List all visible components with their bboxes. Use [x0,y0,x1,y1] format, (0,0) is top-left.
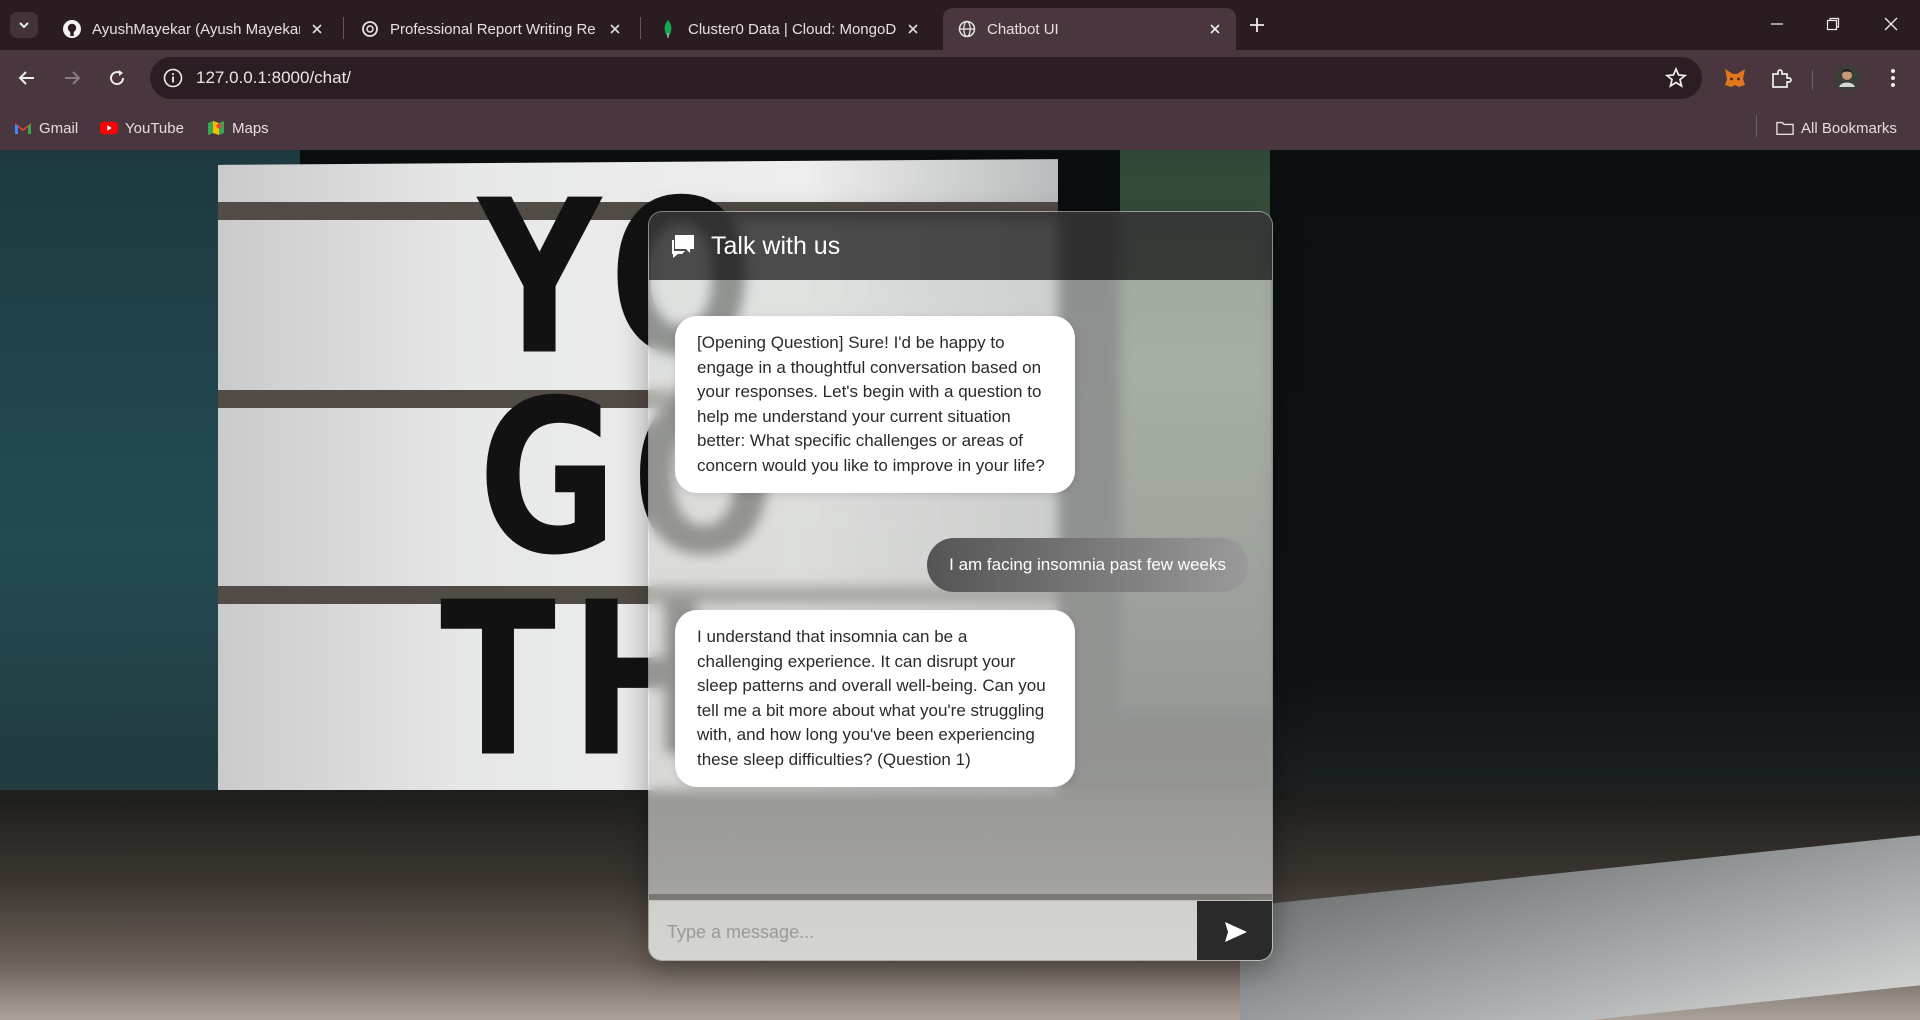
bookmark-maps[interactable]: Maps [207,116,269,140]
tab-chatbot-ui[interactable]: Chatbot UI [943,8,1236,50]
extensions-puzzle-icon[interactable] [1768,65,1794,91]
close-icon[interactable] [604,18,626,40]
chat-composer [649,900,1272,960]
avatar-icon [1834,65,1860,91]
bookmark-gmail[interactable]: Gmail [14,116,78,140]
chat-title: Talk with us [711,231,841,260]
site-info-icon[interactable] [162,67,184,89]
plus-icon [1250,18,1264,32]
tab-divider [343,17,344,39]
new-tab-button[interactable] [1244,12,1270,38]
metamask-extension-icon[interactable] [1722,65,1748,91]
chat-header: Talk with us [649,212,1272,280]
restore-icon [1826,17,1840,31]
address-bar[interactable]: 127.0.0.1:8000/chat/ [150,57,1702,99]
maps-icon [207,119,225,137]
back-button[interactable] [12,63,42,93]
close-icon [1884,17,1898,31]
bookmark-star-icon[interactable] [1664,66,1688,90]
toolbar-divider [1812,70,1813,90]
restore-button[interactable] [1804,0,1862,48]
profile-avatar[interactable] [1834,65,1860,91]
minimize-icon [1771,23,1783,25]
globe-icon [957,19,977,39]
tab-search-button[interactable] [10,12,38,38]
browser-toolbar: 127.0.0.1:8000/chat/ [0,50,1920,106]
chevron-down-icon [19,22,29,29]
bookmark-label: YouTube [125,119,184,137]
send-icon [1224,922,1247,942]
bookmarks-bar: Gmail YouTube Maps All Bookmarks [0,106,1920,150]
reload-icon [110,70,125,86]
openai-icon [360,19,380,39]
tab-title: Chatbot UI [987,20,1059,38]
close-window-button[interactable] [1862,0,1920,48]
tab-title: Professional Report Writing Re [390,20,596,38]
forward-button[interactable] [57,63,87,93]
folder-icon [1776,119,1794,137]
github-icon [62,19,82,39]
browser-menu-button[interactable] [1880,65,1906,91]
arrow-right-icon [65,71,81,85]
message-input[interactable] [649,901,1197,960]
bot-message: I understand that insomnia can be a chal… [675,610,1075,787]
gmail-icon [14,119,32,137]
tab-github[interactable]: AyushMayekar (Ayush Mayekar) [48,8,338,50]
reload-button[interactable] [102,63,132,93]
url-text[interactable]: 127.0.0.1:8000/chat/ [196,68,351,88]
bot-message: [Opening Question] Sure! I'd be happy to… [675,316,1075,493]
bookmark-label: Gmail [39,119,79,137]
bookmarks-divider [1756,115,1757,137]
tab-mongodb[interactable]: Cluster0 Data | Cloud: MongoDB [644,8,934,50]
more-vertical-icon [1891,69,1895,87]
youtube-icon [100,119,118,137]
mongodb-leaf-icon [658,19,678,39]
close-icon[interactable] [902,18,924,40]
tab-title: Cluster0 Data | Cloud: MongoDB [688,20,896,38]
chat-widget: Talk with us [Opening Question] Sure! I'… [648,211,1273,961]
chat-bubbles-icon [672,235,694,258]
close-icon[interactable] [1204,18,1226,40]
minimize-button[interactable] [1748,0,1806,48]
close-icon[interactable] [306,18,328,40]
tab-title: AyushMayekar (Ayush Mayekar) [92,20,300,38]
chat-messages: [Opening Question] Sure! I'd be happy to… [649,280,1272,894]
tab-divider [640,17,641,39]
tab-report-writing[interactable]: Professional Report Writing Re [346,8,636,50]
tab-strip: AyushMayekar (Ayush Mayekar) Professiona… [0,0,1920,50]
arrow-left-icon [18,71,34,85]
bookmark-youtube[interactable]: YouTube [100,116,184,140]
bookmark-label: Maps [232,119,269,137]
all-bookmarks-button[interactable]: All Bookmarks [1776,116,1897,140]
send-button[interactable] [1197,901,1272,960]
user-message: I am facing insomnia past few weeks [927,538,1248,592]
all-bookmarks-label: All Bookmarks [1801,119,1897,137]
